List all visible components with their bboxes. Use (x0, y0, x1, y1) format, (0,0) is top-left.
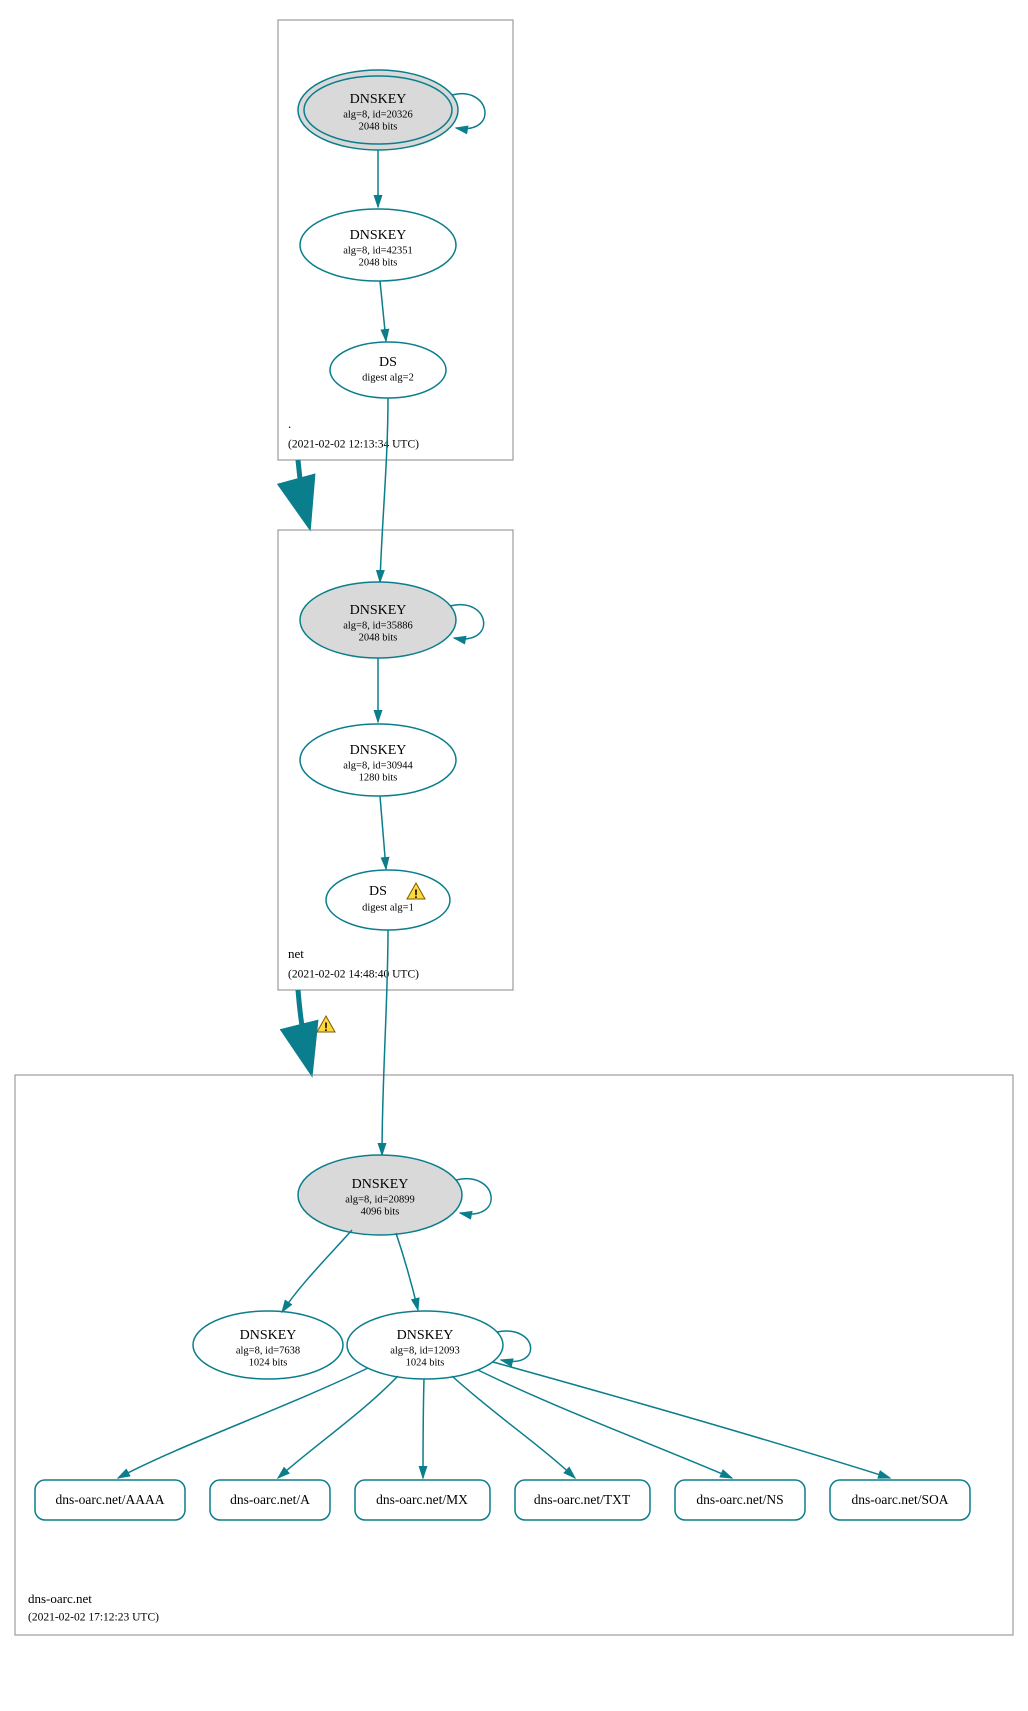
node-root-zsk: DNSKEY alg=8, id=42351 2048 bits (300, 209, 456, 281)
svg-text:DNSKEY: DNSKEY (350, 228, 407, 243)
edge-net-zsk-ds (380, 796, 386, 869)
edge-oarc-ksk-zsk-b (396, 1233, 418, 1310)
svg-text:1024 bits: 1024 bits (249, 1357, 288, 1368)
edge-zskb-ns (478, 1370, 732, 1478)
svg-text:digest alg=2: digest alg=2 (362, 372, 414, 383)
node-net-ds: DS digest alg=1 (326, 870, 450, 930)
svg-text:alg=8, id=30944: alg=8, id=30944 (343, 760, 413, 771)
zone-oarc-name: dns-oarc.net (28, 1591, 92, 1606)
warning-icon (317, 1016, 335, 1034)
svg-text:DS: DS (379, 355, 397, 370)
node-root-ds: DS digest alg=2 (330, 342, 446, 398)
edge-zone-root-to-net (298, 460, 308, 522)
edge-zskb-aaaa (118, 1368, 368, 1478)
edge-root-zsk-ds (380, 281, 386, 341)
svg-text:DNSKEY: DNSKEY (350, 603, 407, 618)
svg-text:2048 bits: 2048 bits (359, 121, 398, 132)
svg-text:dns-oarc.net/A: dns-oarc.net/A (230, 1492, 310, 1507)
svg-text:alg=8, id=35886: alg=8, id=35886 (343, 620, 413, 631)
svg-text:dns-oarc.net/SOA: dns-oarc.net/SOA (851, 1492, 948, 1507)
svg-text:alg=8, id=12093: alg=8, id=12093 (390, 1345, 460, 1356)
svg-text:DNSKEY: DNSKEY (397, 1328, 454, 1343)
node-oarc-zsk-b: DNSKEY alg=8, id=12093 1024 bits (347, 1311, 503, 1379)
zone-net: net (2021-02-02 14:48:40 UTC) DNSKEY alg… (278, 398, 513, 990)
svg-text:DNSKEY: DNSKEY (352, 1177, 409, 1192)
svg-text:alg=8, id=7638: alg=8, id=7638 (236, 1345, 300, 1356)
svg-text:alg=8, id=42351: alg=8, id=42351 (343, 245, 413, 256)
svg-text:4096 bits: 4096 bits (361, 1206, 400, 1217)
edge-net-ds-to-oarc-ksk (382, 930, 388, 1155)
zone-root-timestamp: (2021-02-02 12:13:34 UTC) (288, 439, 419, 451)
svg-text:digest alg=1: digest alg=1 (362, 902, 414, 913)
rrset-mx: dns-oarc.net/MX (355, 1480, 490, 1520)
zone-root: . (2021-02-02 12:13:34 UTC) DNSKEY alg=8… (278, 20, 513, 460)
svg-text:dns-oarc.net/AAAA: dns-oarc.net/AAAA (55, 1492, 164, 1507)
svg-text:alg=8, id=20899: alg=8, id=20899 (345, 1194, 415, 1205)
svg-text:1024 bits: 1024 bits (406, 1357, 445, 1368)
zone-net-timestamp: (2021-02-02 14:48:40 UTC) (288, 969, 419, 981)
node-root-ksk: DNSKEY alg=8, id=20326 2048 bits (298, 70, 458, 150)
rrset-aaaa: dns-oarc.net/AAAA (35, 1480, 185, 1520)
zone-oarc: dns-oarc.net (2021-02-02 17:12:23 UTC) D… (15, 930, 1013, 1635)
zone-oarc-timestamp: (2021-02-02 17:12:23 UTC) (28, 1612, 159, 1624)
rrset-txt: dns-oarc.net/TXT (515, 1480, 650, 1520)
svg-text:dns-oarc.net/NS: dns-oarc.net/NS (696, 1492, 783, 1507)
svg-text:DNSKEY: DNSKEY (350, 743, 407, 758)
rrset-a: dns-oarc.net/A (210, 1480, 330, 1520)
edge-zskb-a (278, 1376, 398, 1478)
svg-text:dns-oarc.net/TXT: dns-oarc.net/TXT (534, 1492, 631, 1507)
zone-root-name: . (288, 416, 291, 431)
node-net-ksk: DNSKEY alg=8, id=35886 2048 bits (300, 582, 456, 658)
edge-oarc-ksk-zsk-a (282, 1230, 352, 1312)
dnssec-graph: ! . (2021-02-02 12:13:34 UTC) DNSKEY alg… (0, 0, 1028, 1711)
svg-text:1280 bits: 1280 bits (359, 772, 398, 783)
zone-net-name: net (288, 946, 304, 961)
edge-root-ds-to-net-ksk (380, 398, 388, 582)
svg-text:DNSKEY: DNSKEY (350, 92, 407, 107)
node-net-zsk: DNSKEY alg=8, id=30944 1280 bits (300, 724, 456, 796)
rrset-soa: dns-oarc.net/SOA (830, 1480, 970, 1520)
edge-zskb-txt (452, 1376, 575, 1478)
svg-text:2048 bits: 2048 bits (359, 257, 398, 268)
svg-text:alg=8, id=20326: alg=8, id=20326 (343, 109, 413, 120)
node-oarc-ksk: DNSKEY alg=8, id=20899 4096 bits (298, 1155, 462, 1235)
edge-zskb-mx (423, 1379, 424, 1478)
edge-zone-net-to-oarc (298, 990, 310, 1068)
svg-text:2048 bits: 2048 bits (359, 632, 398, 643)
node-oarc-zsk-a: DNSKEY alg=8, id=7638 1024 bits (193, 1311, 343, 1379)
svg-text:dns-oarc.net/MX: dns-oarc.net/MX (376, 1492, 468, 1507)
svg-text:DS: DS (369, 884, 387, 899)
svg-text:DNSKEY: DNSKEY (240, 1328, 297, 1343)
rrset-ns: dns-oarc.net/NS (675, 1480, 805, 1520)
